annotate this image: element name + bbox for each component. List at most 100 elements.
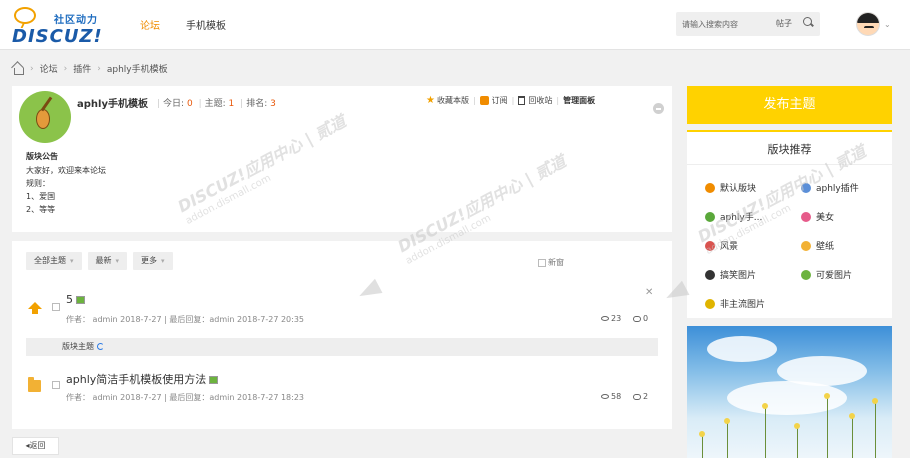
subforum-icon <box>801 182 811 193</box>
eye-icon <box>601 316 609 321</box>
notice-line: 大家好，欢迎来本论坛 <box>26 166 106 175</box>
filter-all-threads[interactable]: 全部主题 ▾ <box>26 252 82 270</box>
thread-meta: 作者： admin 2018-7-27 | 最后回复：admin 2018-7-… <box>66 315 304 324</box>
subforum-item[interactable]: 风景 <box>705 239 738 252</box>
notice-line: 规则： <box>26 179 50 188</box>
thread-list-card: 全部主题 ▾ 最新 ▾ 更多 ▾ 新窗 5 作者： admin 2018-7-27 |… <box>12 241 672 429</box>
thread-views: 23 <box>601 314 621 323</box>
search-input[interactable] <box>682 17 774 31</box>
filter-latest[interactable]: 最新 ▾ <box>87 252 128 270</box>
new-window-toggle[interactable]: 新窗 <box>538 257 564 268</box>
forum-info-card: aphly手机模板 | 今日: 0 | 主题: 1 | 排名: 3 ★ 收藏本版 | … <box>12 86 672 232</box>
back-button[interactable]: ◂返回 <box>12 437 59 455</box>
subscribe-button[interactable]: 订阅 <box>492 95 508 106</box>
threads-count: 1 <box>228 99 235 109</box>
comment-icon <box>633 393 641 400</box>
close-icon[interactable]: ✕ <box>645 287 653 298</box>
favorite-button[interactable]: 收藏本版 <box>437 95 469 106</box>
table-row: aphly简洁手机模板使用方法 作者： admin 2018-7-27 | 最后… <box>12 367 672 407</box>
breadcrumb-separator: › <box>97 63 101 74</box>
main-nav: 论坛 手机模板 <box>140 17 226 32</box>
forum-notice: 版块公告 大家好，欢迎来本论坛 规则： 1、爱国 2、等等 <box>26 150 106 216</box>
home-icon[interactable] <box>12 63 24 75</box>
breadcrumb-separator: › <box>63 63 68 74</box>
today-count: 0 <box>186 99 193 109</box>
image-attachment-icon <box>209 376 219 384</box>
subforum-icon <box>705 182 715 193</box>
thread-checkbox[interactable] <box>52 303 60 311</box>
logo-bubble-icon <box>14 7 36 24</box>
thread-author[interactable]: admin <box>93 393 118 402</box>
recommended-title: 版块推荐 <box>767 143 812 156</box>
search-icon[interactable] <box>803 17 812 26</box>
breadcrumb-item-plugin[interactable]: 插件 <box>73 62 91 75</box>
breadcrumb: › 论坛 › 插件 › aphly手机模板 <box>12 62 168 75</box>
comment-icon <box>633 315 641 322</box>
subforum-item[interactable]: 壁纸 <box>801 239 834 252</box>
search-box: 帖子 <box>676 12 820 36</box>
subforum-icon <box>705 211 715 222</box>
thread-views: 58 <box>601 392 621 401</box>
top-header: 社区动力 DISCUZ! 论坛 手机模板 帖子 ⌄ <box>0 0 910 50</box>
chevron-down-icon: ▾ <box>161 257 165 265</box>
notice-title: 版块公告 <box>26 152 58 161</box>
nav-item-mobile-template[interactable]: 手机模板 <box>186 17 226 32</box>
thread-replies: 0 <box>633 314 648 323</box>
subforum-item[interactable]: 美女 <box>801 210 834 223</box>
post-thread-button[interactable]: 发布主题 <box>687 86 892 124</box>
filter-more[interactable]: 更多 ▾ <box>133 252 173 270</box>
folder-icon <box>28 377 41 392</box>
thread-meta: 作者： admin 2018-7-27 | 最后回复：admin 2018-7-… <box>66 393 304 402</box>
section-label: 版块主题 <box>62 342 94 351</box>
refresh-icon[interactable] <box>97 343 104 350</box>
subforum-item[interactable]: 非主流图片 <box>705 297 765 310</box>
rank-label: 排名: <box>246 99 268 109</box>
recycle-bin-button[interactable]: 回收站 <box>528 95 552 106</box>
collapse-icon[interactable] <box>653 103 664 114</box>
chevron-down-icon[interactable]: ⌄ <box>884 20 891 29</box>
thread-replies: 2 <box>633 392 648 401</box>
star-icon: ★ <box>426 95 435 106</box>
subforum-icon <box>705 269 715 280</box>
thread-checkbox[interactable] <box>52 381 60 389</box>
forum-actions: ★ 收藏本版 | 订阅 | 回收站 | 管理面板 <box>426 95 596 106</box>
thread-title[interactable]: aphly简洁手机模板使用方法 <box>66 371 219 387</box>
eye-icon <box>601 394 609 399</box>
trash-icon <box>518 96 526 105</box>
subforum-item[interactable]: 可爱图片 <box>801 268 852 281</box>
notice-line: 1、爱国 <box>26 192 56 201</box>
thread-title[interactable]: 5 <box>66 293 85 306</box>
breadcrumb-item-forum[interactable]: 论坛 <box>40 62 58 75</box>
subforum-item[interactable]: aphly手... <box>705 210 762 223</box>
logo-cn-text: 社区动力 <box>54 15 98 26</box>
recommended-forums: 版块推荐 默认版块 aphly插件 aphly手... 美女 风景 壁纸 搞笑图… <box>687 130 892 318</box>
avatar[interactable] <box>856 12 880 36</box>
last-reply-user[interactable]: admin <box>209 315 234 324</box>
breadcrumb-item-current[interactable]: aphly手机模板 <box>107 62 168 75</box>
subforum-icon <box>801 211 811 222</box>
site-logo[interactable]: 社区动力 DISCUZ! <box>10 7 110 47</box>
threads-label: 主题: <box>204 99 226 109</box>
thread-author[interactable]: admin <box>93 315 118 324</box>
section-header: 版块主题 <box>26 338 658 356</box>
logo-en-text: DISCUZ! <box>12 26 103 47</box>
forum-stats: | 今日: 0 | 主题: 1 | 排名: 3 <box>157 99 276 109</box>
chevron-down-icon: ▾ <box>70 257 74 265</box>
subforum-item[interactable]: aphly插件 <box>801 181 859 194</box>
subforum-icon <box>705 240 715 251</box>
forum-name[interactable]: aphly手机模板 <box>77 95 148 110</box>
subforum-item[interactable]: 默认版块 <box>705 181 756 194</box>
rss-icon <box>479 96 489 105</box>
admin-panel-button[interactable]: 管理面板 <box>563 95 595 106</box>
search-type-select[interactable]: 帖子 <box>776 18 792 29</box>
pin-up-icon <box>28 302 42 314</box>
forum-guitar-icon <box>19 91 71 143</box>
nav-item-forum[interactable]: 论坛 <box>140 17 160 32</box>
subforum-item[interactable]: 搞笑图片 <box>705 268 756 281</box>
thread-filters: 全部主题 ▾ 最新 ▾ 更多 ▾ <box>26 252 173 270</box>
sidebar-banner-image[interactable] <box>687 326 892 458</box>
table-row: 5 作者： admin 2018-7-27 | 最后回复：admin 2018-… <box>12 287 672 329</box>
subforum-icon <box>801 240 811 251</box>
last-reply-user[interactable]: admin <box>209 393 234 402</box>
new-window-checkbox[interactable] <box>538 258 546 267</box>
